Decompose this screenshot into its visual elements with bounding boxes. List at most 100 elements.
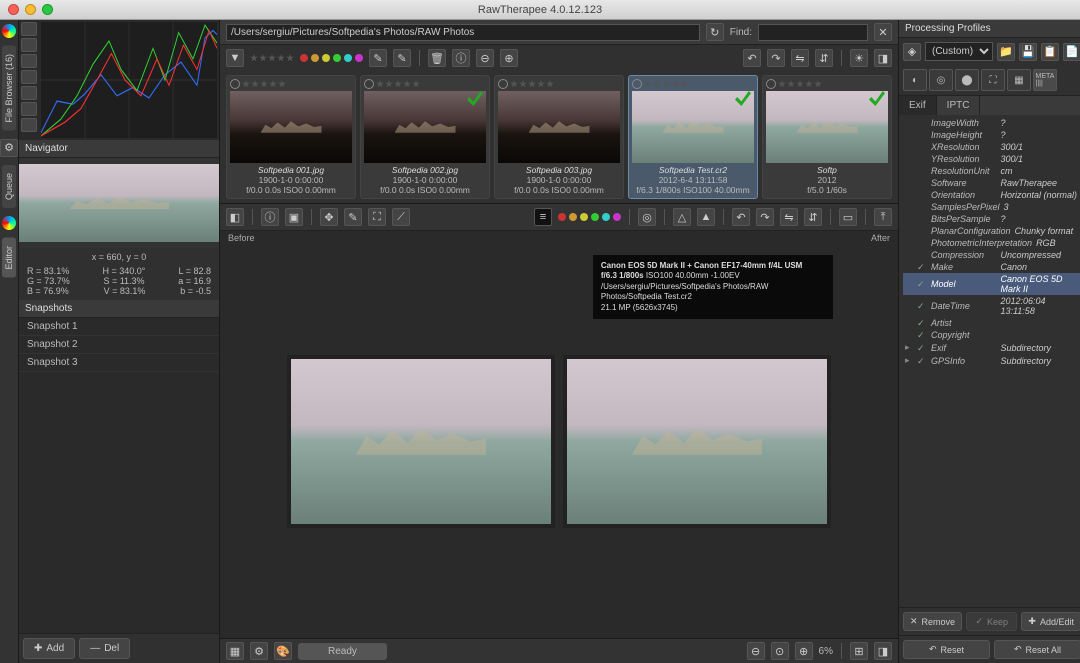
exif-row[interactable]: ResolutionUnit cm <box>903 165 1080 177</box>
thumb-gear-icon[interactable] <box>230 79 240 89</box>
zoom-out-icon[interactable]: ⊖ <box>476 49 494 67</box>
raw-tab-icon[interactable]: ▦ <box>1007 69 1031 91</box>
thumbnail-card[interactable]: Softpedia 003.jpg 1900-1-0 0:00:00 f/0.0… <box>494 75 624 199</box>
info-icon[interactable]: ⓘ <box>452 49 470 67</box>
panel-right-icon[interactable]: ◨ <box>874 642 892 660</box>
new-detail-icon[interactable]: ⊞ <box>850 642 868 660</box>
vflip-icon[interactable]: ⇵ <box>804 208 822 226</box>
focus-mask-icon[interactable]: ◎ <box>638 208 656 226</box>
rotate-left-icon[interactable]: ↶ <box>743 49 761 67</box>
thumb-gear-icon[interactable] <box>632 79 642 89</box>
wb-picker-icon[interactable]: ✎ <box>344 208 362 226</box>
exif-row[interactable]: ✓ Copyright <box>903 329 1080 341</box>
trash-icon[interactable]: 🗑 <box>428 49 446 67</box>
thumbnail-card[interactable]: Softpedia 002.jpg 1900-1-0 0:00:00 f/0.0… <box>360 75 490 199</box>
profile-paste-icon[interactable]: 📄 <box>1063 43 1080 61</box>
before-after-icon[interactable]: ▣ <box>285 208 303 226</box>
monitor-profile-icon[interactable]: ▭ <box>839 208 857 226</box>
filter-icon[interactable]: ▼ <box>226 49 244 67</box>
color-dot[interactable] <box>333 54 341 62</box>
profile-copy-icon[interactable]: 📋 <box>1041 43 1059 61</box>
thumbnail-card[interactable]: Softp 2012 f/5.0 1/60s <box>762 75 892 199</box>
color-dot[interactable] <box>355 54 363 62</box>
detail-window-icon[interactable]: ▦ <box>226 642 244 660</box>
exif-row[interactable]: Software RawTherapee <box>903 177 1080 189</box>
exif-row[interactable]: ✓ DateTime 2012:06:04 13:11:58 <box>903 295 1080 317</box>
color-dot[interactable] <box>613 213 621 221</box>
tab-editor[interactable]: Editor <box>2 238 16 278</box>
exposure-tab-icon[interactable]: ◐ <box>903 69 927 91</box>
thumbnail-card[interactable]: Softpedia Test.cr2 2012-6-4 13:11:58 f/6… <box>628 75 758 199</box>
zoom-in-icon[interactable]: ⊕ <box>795 642 813 660</box>
panel-toggle-icon[interactable]: ◨ <box>874 49 892 67</box>
meta-tab-icon[interactable]: META|||| <box>1033 69 1057 91</box>
exif-row[interactable]: Compression Uncompressed <box>903 249 1080 261</box>
save-icon[interactable]: ⤒ <box>874 208 892 226</box>
thumbnail-card[interactable]: Softpedia 001.jpg 1900-1-0 0:00:00 f/0.0… <box>226 75 356 199</box>
queue-send-icon[interactable]: ⚙ <box>250 642 268 660</box>
edited-filter-icon[interactable]: ✎ <box>369 49 387 67</box>
hist-bar-toggle[interactable] <box>21 118 37 132</box>
color-dot[interactable] <box>558 213 566 221</box>
color-dot[interactable] <box>569 213 577 221</box>
zoom-in-icon[interactable]: ⊕ <box>500 49 518 67</box>
auto-exposure-icon[interactable]: ☀ <box>850 49 868 67</box>
exif-tab[interactable]: Exif <box>899 96 937 115</box>
exif-resetall-button[interactable]: ↶ Reset All <box>994 640 1080 659</box>
zoom-fit-icon[interactable]: ⊙ <box>771 642 789 660</box>
hand-tool-icon[interactable]: ✥ <box>320 208 338 226</box>
before-preview[interactable] <box>287 355 555 528</box>
hflip-icon[interactable]: ⇋ <box>780 208 798 226</box>
crop-tool-icon[interactable]: ⛶ <box>368 208 386 226</box>
rotate-right-icon[interactable]: ↷ <box>756 208 774 226</box>
transform-tab-icon[interactable]: ⛶ <box>981 69 1005 91</box>
rotate-left-icon[interactable]: ↶ <box>732 208 750 226</box>
rating-filter[interactable] <box>250 54 294 62</box>
after-preview[interactable] <box>563 355 831 528</box>
external-editor-icon[interactable]: 🎨 <box>274 642 292 660</box>
exif-row[interactable]: XResolution 300/1 <box>903 141 1080 153</box>
exif-remove-button[interactable]: ✕ Remove <box>903 612 962 631</box>
iptc-tab[interactable]: IPTC <box>937 96 981 115</box>
tab-queue[interactable]: Queue <box>2 165 16 208</box>
exif-row[interactable]: Orientation Horizontal (normal) <box>903 189 1080 201</box>
exif-row[interactable]: PlanarConfiguration Chunky format <box>903 225 1080 237</box>
snapshot-add-button[interactable]: ✚ Add <box>23 638 75 659</box>
preview-channel-dots[interactable] <box>558 213 621 221</box>
exif-row[interactable]: SamplesPerPixel 3 <box>903 201 1080 213</box>
path-refresh-icon[interactable]: ↻ <box>706 23 724 41</box>
exif-row[interactable]: ▸ ✓ GPSInfo Subdirectory <box>903 354 1080 367</box>
color-dot[interactable] <box>300 54 308 62</box>
exif-row[interactable]: YResolution 300/1 <box>903 153 1080 165</box>
find-clear-icon[interactable]: ✕ <box>874 23 892 41</box>
straighten-icon[interactable]: ⟋ <box>392 208 410 226</box>
queue-gear-icon[interactable]: ⚙ <box>0 139 18 157</box>
hist-red-toggle[interactable] <box>21 22 37 36</box>
rotate-right-icon[interactable]: ↷ <box>767 49 785 67</box>
exif-row[interactable]: PhotometricInterpretation RGB <box>903 237 1080 249</box>
color-label-filter[interactable] <box>300 54 363 62</box>
profile-select[interactable]: (Custom) <box>925 42 993 61</box>
shadow-clip-icon[interactable]: ▲ <box>697 208 715 226</box>
bundle-mode-icon[interactable]: ◈ <box>903 43 921 61</box>
exif-row[interactable]: ✓ Artist <box>903 317 1080 329</box>
color-dot[interactable] <box>322 54 330 62</box>
hist-luma-toggle[interactable] <box>21 70 37 84</box>
exif-keep-button[interactable]: ✓ Keep <box>966 612 1017 631</box>
exif-row[interactable]: BitsPerSample ? <box>903 213 1080 225</box>
vflip-icon[interactable]: ⇵ <box>815 49 833 67</box>
exif-row[interactable]: ImageWidth ? <box>903 117 1080 129</box>
color-dot[interactable] <box>344 54 352 62</box>
find-input[interactable] <box>758 24 868 41</box>
snapshot-del-button[interactable]: — Del <box>79 638 130 659</box>
info-overlay-icon[interactable]: ⓘ <box>261 208 279 226</box>
thumb-gear-icon[interactable] <box>498 79 508 89</box>
color-dot[interactable] <box>602 213 610 221</box>
panel-left-icon[interactable]: ◧ <box>226 208 244 226</box>
bg-black-icon[interactable]: ≡ <box>534 208 552 226</box>
snapshot-item[interactable]: Snapshot 1 <box>19 318 219 336</box>
exif-row[interactable]: ✓ Model Canon EOS 5D Mark II <box>903 273 1080 295</box>
hist-chroma-toggle[interactable] <box>21 86 37 100</box>
profile-load-icon[interactable]: 📁 <box>997 43 1015 61</box>
color-dot[interactable] <box>311 54 319 62</box>
